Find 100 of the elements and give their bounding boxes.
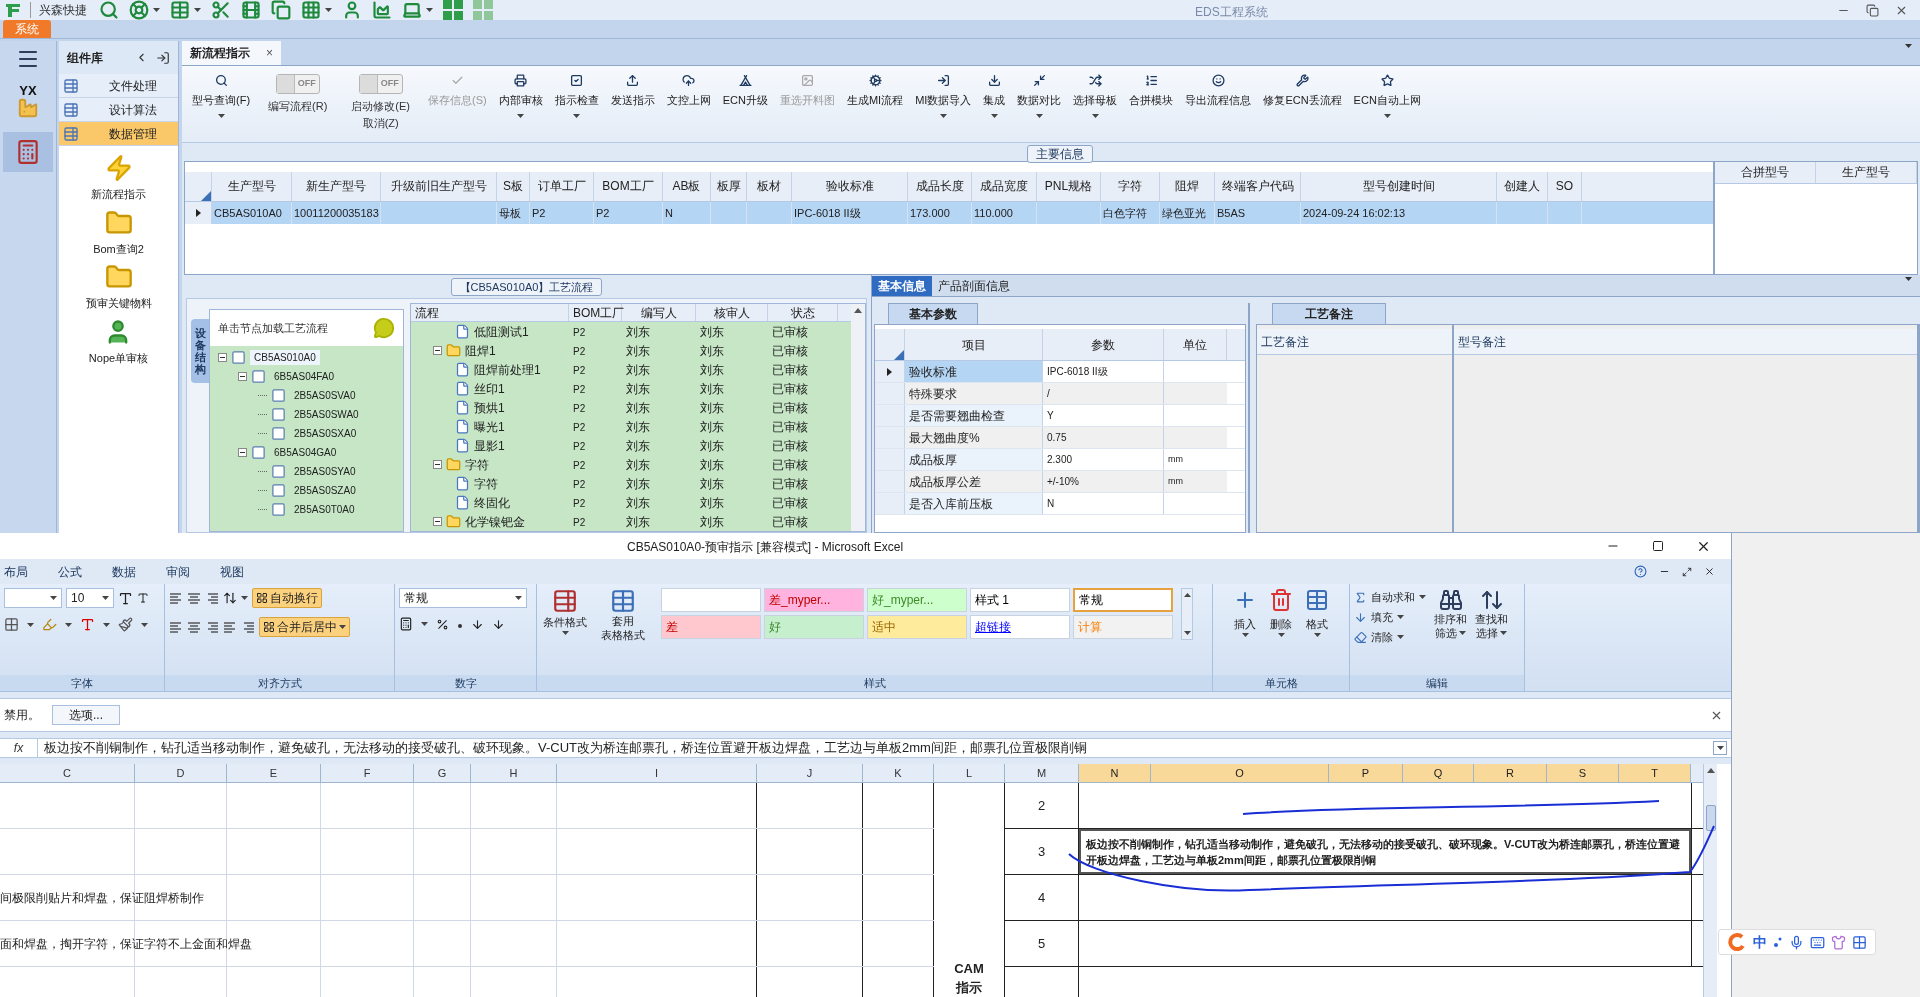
copy-icon[interactable] [271,0,291,20]
collapse-icon[interactable] [433,346,442,355]
column-header[interactable]: O [1151,764,1329,782]
restore-icon[interactable] [1866,3,1879,17]
toolbar-button[interactable]: 型号查询(F) [186,74,257,118]
table-icon[interactable] [170,0,190,20]
toolbar-button[interactable]: 发送指示 [604,74,661,109]
help-icon[interactable] [1634,565,1647,578]
cell-style[interactable]: 超链接 [970,615,1070,639]
column-header[interactable]: L [934,764,1005,782]
options-button[interactable]: 选项... [52,705,120,725]
tool-label[interactable]: 新流程指示 [91,186,146,203]
column-header[interactable]: I [557,764,757,782]
column-header[interactable]: F [321,764,414,782]
toolbar-button[interactable]: 集成 [977,74,1012,118]
ribbon-button[interactable]: 排序和 筛选 [1434,588,1467,646]
gallery-up-icon[interactable] [1183,593,1191,597]
merge-center-button[interactable]: 合并后居中 [259,617,350,637]
maximize-icon[interactable] [1652,540,1664,552]
ribbon-button[interactable]: 清除 [1354,628,1426,646]
close-tab-button[interactable]: × [266,44,273,62]
ribbon-tab[interactable]: 公式 [56,562,84,581]
cell-style[interactable]: 适中 [867,615,967,639]
table-row[interactable]: 验收标准 IPC-6018 II级 [875,361,1245,383]
area-chart-icon[interactable] [372,0,392,20]
table-row[interactable]: 成品板厚 2.300 mm [875,449,1245,471]
font-name-field[interactable] [4,588,62,608]
toolbar-button[interactable]: 指示检查 [548,74,605,118]
table-format-button[interactable]: 套用 表格格式 [597,588,649,642]
toolbar-button[interactable]: MI数据导入 [909,74,978,118]
category-item[interactable]: 数据管理 [59,122,178,146]
ime-mode[interactable]: 中 [1753,931,1767,953]
document-tab[interactable]: 新流程指示 × [182,41,281,65]
windows-icon[interactable] [443,0,463,20]
scissors-icon[interactable] [211,0,231,20]
cell-style[interactable]: 差_myper... [764,588,864,612]
group-tab[interactable]: 工艺备注 [1272,303,1386,324]
close-icon[interactable] [1704,566,1715,577]
folder-icon[interactable] [104,208,133,237]
tree-node[interactable]: 2B5AS0SWA0 [290,407,363,422]
column-header[interactable]: Q [1403,764,1474,782]
tab[interactable]: 产品剖面信息 [932,276,1016,296]
calculator-icon[interactable] [15,139,41,165]
font-size-field[interactable]: 10 [66,588,114,608]
lifebuoy-icon[interactable] [129,0,149,20]
cell-style[interactable]: 差 [661,615,761,639]
user-icon[interactable] [342,0,362,20]
ribbon-button[interactable]: 填充 [1354,608,1426,626]
column-header[interactable]: D [135,764,227,782]
toolbar-button[interactable]: ECN升级 [716,74,774,109]
flow-row[interactable]: 字符 P2 刘东 刘东 已审核 [411,455,851,474]
toolbar-button[interactable]: 文控上网 [660,74,717,109]
toolbar-button[interactable]: ECN自动上网 [1347,74,1427,118]
tree-node[interactable]: 2B5AS0T0A0 [290,502,359,517]
align-middle-icon[interactable] [187,591,201,605]
ime-logo-icon[interactable] [1727,932,1747,952]
flow-row[interactable]: 阻焊前处理1 P2 刘东 刘东 已审核 [411,360,851,379]
ribbon-tab[interactable]: 视图 [218,562,246,581]
flow-row[interactable]: 低阻测试1 P2 刘东 刘东 已审核 [411,322,851,341]
toolbox-icon[interactable] [1852,934,1867,950]
align-left-icon[interactable] [169,620,183,634]
column-header[interactable]: H [471,764,557,782]
collapse-icon[interactable] [238,448,247,457]
restore-icon[interactable] [1682,566,1692,577]
table-row[interactable]: CB5AS010A0 10011200035183 母板 P2 P2 N IPC-6018 II级 173.000 110.000 白色字符 绿色亚光 B5AS 2024-09-24 16:02:13 [185,201,1713,224]
table-row[interactable]: 是否需要翘曲检查 Y [875,405,1245,427]
table-row[interactable]: 是否入库前压板 N [875,493,1245,515]
flow-row[interactable]: 字符 P2 刘东 刘东 已审核 [411,474,851,493]
ribbon-button[interactable]: 格式 [1305,588,1329,637]
column-header[interactable]: E [227,764,321,782]
cell-style[interactable]: 好_myper... [867,588,967,612]
table-row[interactable]: 特殊要求 / [875,383,1245,405]
laptop-icon[interactable] [402,0,422,20]
font-color-icon[interactable] [80,617,95,632]
column-header[interactable]: S [1547,764,1619,782]
cell-style[interactable]: 好 [764,615,864,639]
blank-style-swatch[interactable] [661,588,761,612]
fill-color-icon[interactable] [42,617,57,632]
flow-row[interactable]: 化学镍钯金 P2 刘东 刘东 已审核 [411,512,851,531]
flow-row[interactable]: 丝印1 P2 刘东 刘东 已审核 [411,379,851,398]
ribbon-button[interactable]: 自动求和 [1354,588,1426,606]
column-header[interactable]: P [1329,764,1403,782]
scroll-up-icon[interactable] [854,308,862,313]
number-format-field[interactable]: 常规 [399,588,527,608]
border-icon[interactable] [4,617,19,632]
tool-label[interactable]: 预审关键物料 [85,295,152,312]
cell-style[interactable]: 常规 [1073,588,1173,612]
scroll-thumb[interactable] [1705,805,1716,831]
flow-row[interactable]: 阻焊1 P2 刘东 刘东 已审核 [411,341,851,360]
column-header[interactable]: J [757,764,863,782]
film-icon[interactable] [241,0,261,20]
ribbon-tab[interactable]: 审阅 [164,562,192,581]
column-header[interactable]: G [414,764,471,782]
table-row[interactable]: 成品板厚公差 +/-10% mm [875,471,1245,493]
formula-field[interactable]: 板边按不削铜制作，钻孔适当移动制作，避免破孔，无法移动的接受破孔、破环现象。V-CUT改为桥连邮票孔，桥连位置避开板边焊盘，工艺边与单板2mm间距，邮票孔位置极限削铜 [38,738,1713,758]
column-header[interactable]: T [1619,764,1691,782]
tree-node[interactable]: CB5AS010A0 [250,350,320,365]
tree-node[interactable]: 2B5AS0SYA0 [290,464,360,479]
tree-node[interactable]: 6B5AS04GA0 [270,445,341,460]
collapse-icon[interactable] [218,353,227,362]
